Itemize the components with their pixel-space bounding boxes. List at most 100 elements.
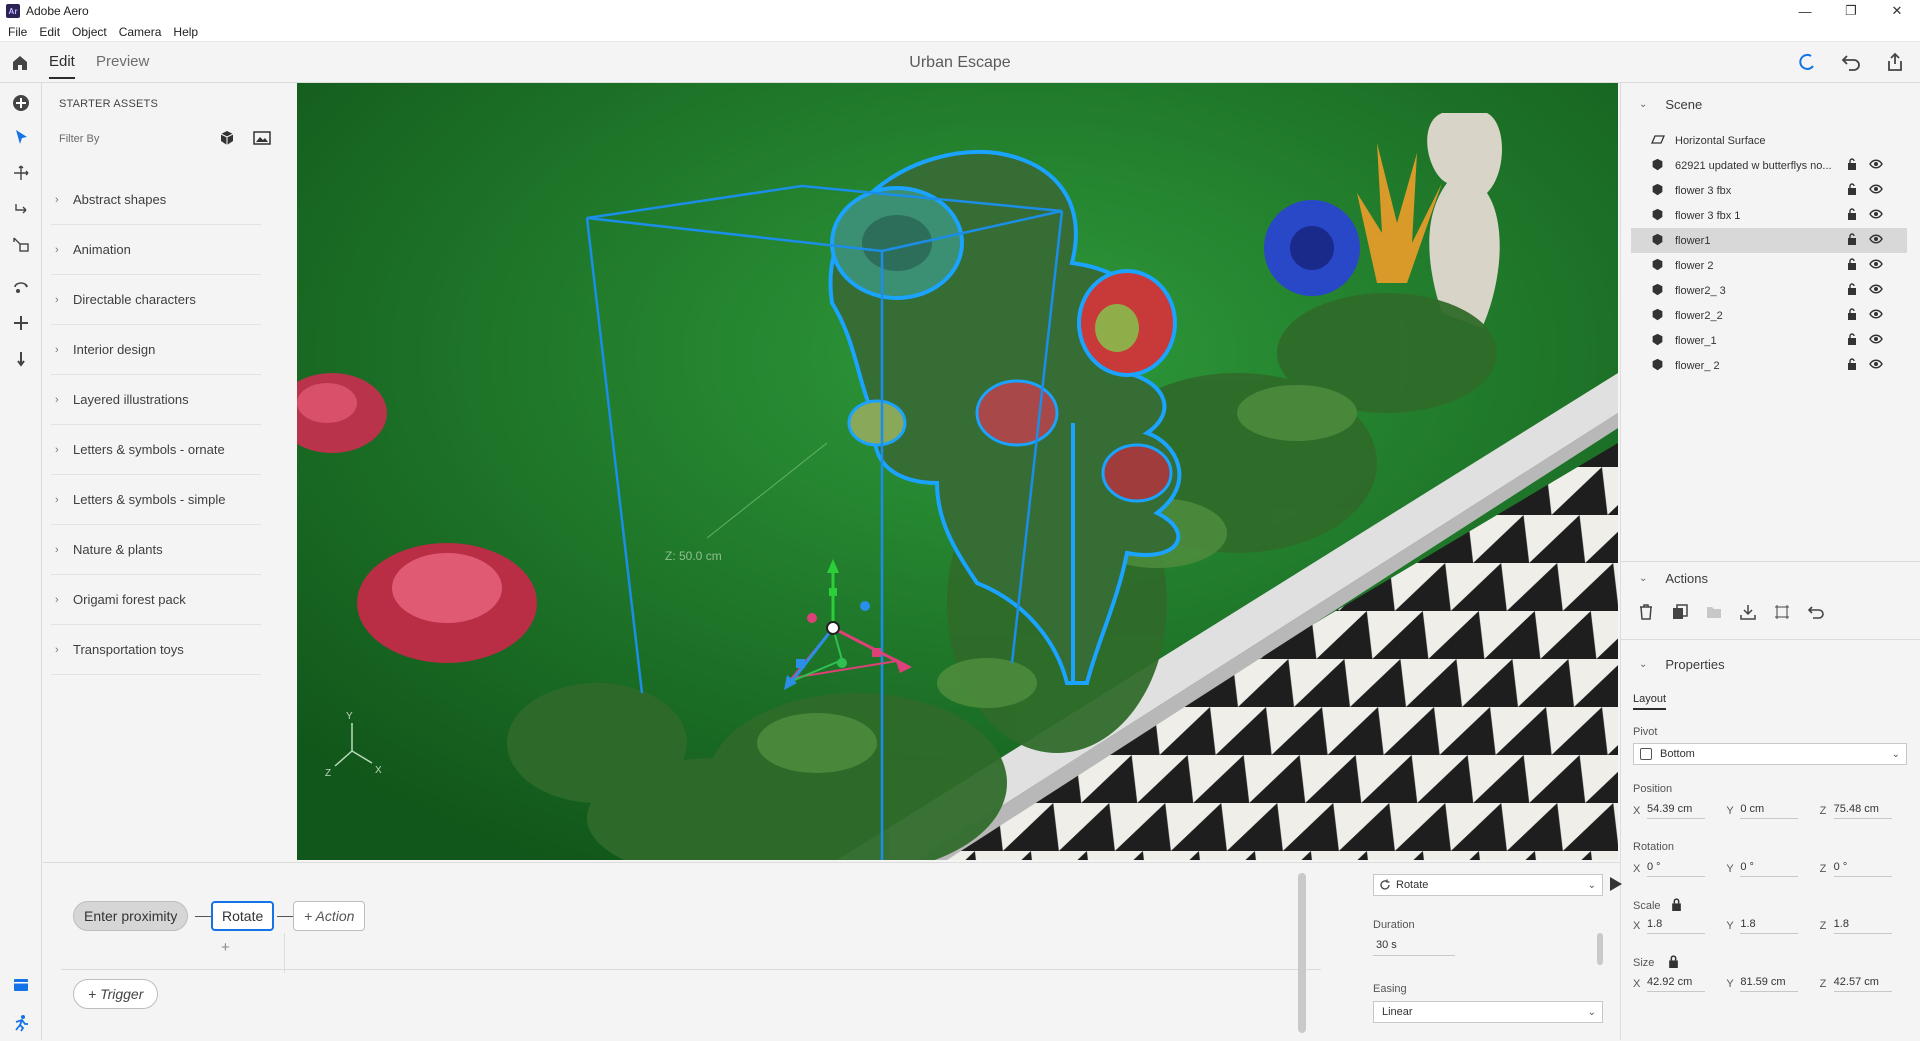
asset-category-origami-forest[interactable]: › Origami forest pack [51,575,261,625]
asset-category-interior-design[interactable]: › Interior design [51,325,261,375]
size-x-field[interactable]: 42.92 cm [1647,976,1705,992]
behaviors-scrollbar[interactable] [1298,873,1306,1033]
rotation-x-field[interactable]: 0 ° [1647,861,1705,877]
actions-section-header[interactable]: ⌄ Actions [1639,571,1708,586]
assets-panel-icon[interactable] [9,973,33,997]
add-action-button[interactable]: + Action [293,901,366,931]
lock-icon[interactable] [1847,158,1857,173]
maximize-button[interactable]: ❐ [1828,0,1874,22]
scene-item[interactable]: flower_1 [1631,328,1907,353]
visibility-eye-icon[interactable] [1869,284,1883,297]
scene-item[interactable]: flower2_2 [1631,303,1907,328]
position-y-field[interactable]: 0 cm [1740,803,1799,819]
asset-category-animation[interactable]: › Animation [51,225,261,275]
rotate-tool-icon[interactable] [9,197,33,221]
position-x-field[interactable]: 54.39 cm [1647,803,1705,819]
lock-icon[interactable] [1847,258,1857,273]
minimize-button[interactable]: — [1782,0,1828,22]
scene-item[interactable]: flower2_ 3 [1631,278,1907,303]
asset-category-abstract-shapes[interactable]: › Abstract shapes [51,175,261,225]
lock-icon[interactable] [1847,283,1857,298]
scale-tool-icon[interactable] [9,233,33,257]
visibility-eye-icon[interactable] [1869,359,1883,372]
filter-3d-icon[interactable] [219,130,235,151]
asset-category-transportation-toys[interactable]: › Transportation toys [51,625,261,675]
filter-image-icon[interactable] [253,130,271,151]
scene-item[interactable]: flower 3 fbx 1 [1631,203,1907,228]
scale-y-field[interactable]: 1.8 [1740,918,1799,934]
scene-item-selected[interactable]: flower1 [1631,228,1907,253]
scene-item[interactable]: flower 3 fbx [1631,178,1907,203]
asset-category-letters-ornate[interactable]: › Letters & symbols - ornate [51,425,261,475]
sync-status-icon[interactable] [1796,51,1818,73]
scale-lock-icon[interactable] [1671,898,1682,914]
visibility-eye-icon[interactable] [1869,209,1883,222]
easing-dropdown[interactable]: Linear ⌄ [1373,1001,1603,1023]
play-preview-icon[interactable] [1609,876,1623,897]
select-tool-icon[interactable] [9,125,33,149]
scene-item[interactable]: flower_ 2 [1631,353,1907,378]
action-rotate[interactable]: Rotate [211,901,275,931]
menu-file[interactable]: File [0,25,33,39]
scene-item[interactable]: flower 2 [1631,253,1907,278]
asset-category-layered-illustrations[interactable]: › Layered illustrations [51,375,261,425]
action-config-scrollbar[interactable] [1597,933,1603,965]
size-y-field[interactable]: 81.59 cm [1740,976,1799,992]
properties-section-header[interactable]: ⌄ Properties [1639,657,1725,672]
home-icon[interactable] [10,53,30,73]
asset-category-letters-simple[interactable]: › Letters & symbols - simple [51,475,261,525]
menu-edit[interactable]: Edit [33,25,66,39]
behaviors-icon[interactable] [9,1011,33,1035]
size-z-field[interactable]: 42.57 cm [1833,976,1892,992]
share-icon[interactable] [1884,51,1906,73]
duration-field[interactable]: 30 s [1373,939,1455,956]
rotation-z-field[interactable]: 0 ° [1833,861,1892,877]
orbit-icon[interactable] [9,275,33,299]
lock-icon[interactable] [1847,358,1857,373]
add-parallel-action-button[interactable]: + [221,939,230,956]
tab-edit[interactable]: Edit [49,53,75,79]
menu-camera[interactable]: Camera [113,25,168,39]
move-tool-icon[interactable] [9,161,33,185]
scene-section-header[interactable]: ⌄ Scene [1639,97,1702,112]
menu-help[interactable]: Help [167,25,204,39]
position-z-field[interactable]: 75.48 cm [1833,803,1892,819]
visibility-eye-icon[interactable] [1869,309,1883,322]
scale-z-field[interactable]: 1.8 [1833,918,1892,934]
fit-bounds-icon[interactable] [1773,603,1791,621]
scene-item[interactable]: 62921 updated w butterflys no... [1631,153,1907,178]
lock-icon[interactable] [1847,183,1857,198]
visibility-eye-icon[interactable] [1869,184,1883,197]
visibility-eye-icon[interactable] [1869,259,1883,272]
drop-to-surface-icon[interactable] [1739,603,1757,621]
lock-icon[interactable] [1847,233,1857,248]
trigger-enter-proximity[interactable]: Enter proximity [73,901,189,931]
action-type-dropdown[interactable]: Rotate ⌄ [1373,874,1603,896]
dolly-icon[interactable] [9,347,33,371]
reset-icon[interactable] [1807,603,1825,621]
3d-viewport[interactable]: Z: 50.0 cm Y Z X [297,83,1618,860]
tab-layout[interactable]: Layout [1633,693,1667,710]
close-button[interactable]: ✕ [1874,0,1920,22]
asset-category-directable-characters[interactable]: › Directable characters [51,275,261,325]
add-icon[interactable] [9,91,33,115]
visibility-eye-icon[interactable] [1869,334,1883,347]
duplicate-icon[interactable] [1671,603,1689,621]
lock-icon[interactable] [1847,333,1857,348]
visibility-eye-icon[interactable] [1869,234,1883,247]
lock-icon[interactable] [1847,208,1857,223]
asset-category-nature-plants[interactable]: › Nature & plants [51,525,261,575]
pan-icon[interactable] [9,311,33,335]
size-lock-icon[interactable] [1668,955,1679,971]
tab-preview[interactable]: Preview [96,53,149,70]
add-trigger-button[interactable]: + Trigger [73,979,159,1009]
scale-x-field[interactable]: 1.8 [1647,918,1705,934]
pivot-dropdown[interactable]: Bottom ⌄ [1633,743,1907,765]
undo-icon[interactable] [1840,51,1862,73]
scene-item-horizontal-surface[interactable]: Horizontal Surface [1631,128,1907,153]
delete-icon[interactable] [1637,603,1655,621]
visibility-eye-icon[interactable] [1869,159,1883,172]
rotation-y-field[interactable]: 0 ° [1740,861,1799,877]
menu-object[interactable]: Object [66,25,113,39]
lock-icon[interactable] [1847,308,1857,323]
